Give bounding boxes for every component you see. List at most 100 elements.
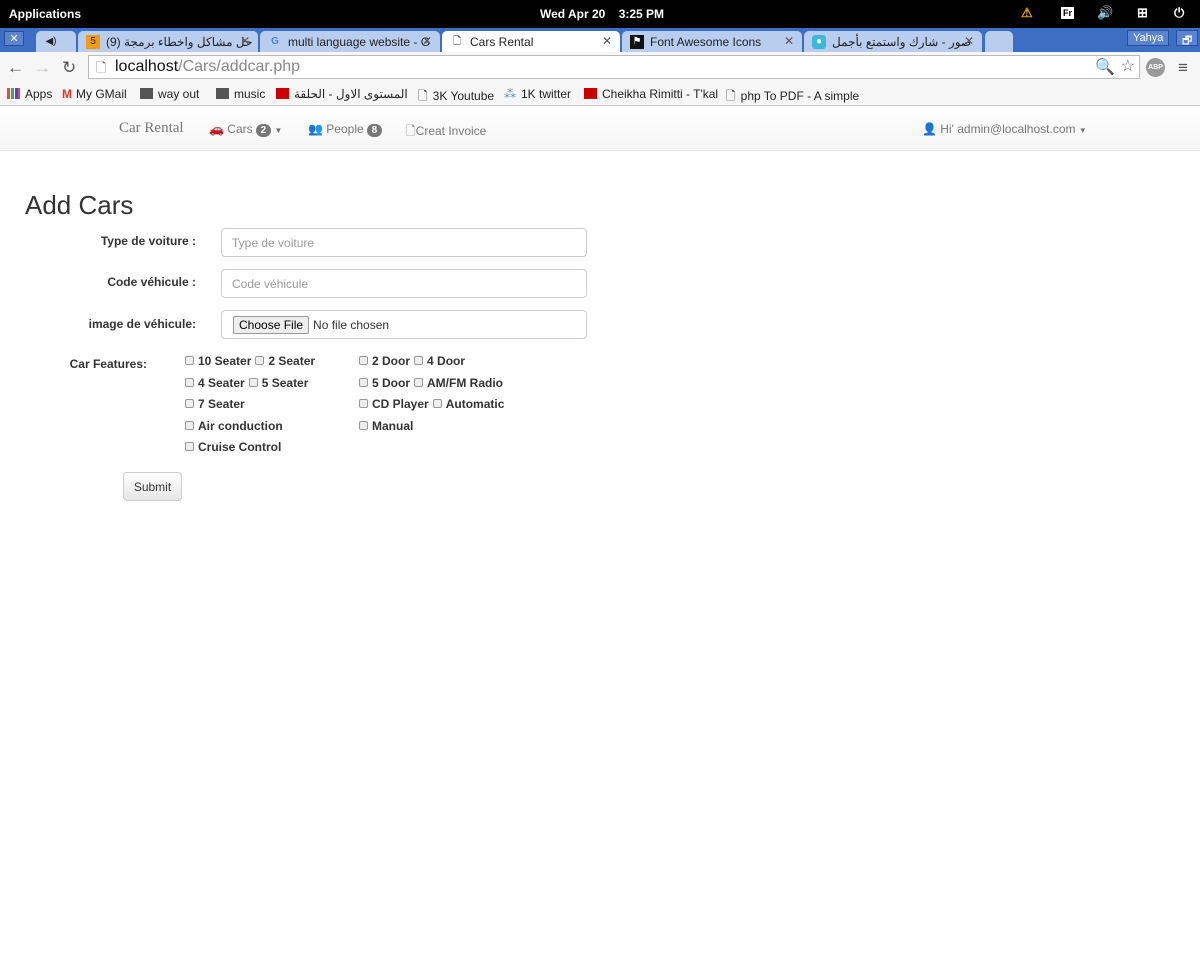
- code-label: Code véhicule :: [107, 275, 196, 289]
- profile-button[interactable]: Yahya: [1127, 30, 1170, 46]
- feature-label[interactable]: CD Player: [372, 397, 429, 411]
- new-tab-button[interactable]: [985, 31, 1013, 52]
- feature-label[interactable]: 10 Seater: [198, 354, 251, 368]
- feature-checkbox[interactable]: [185, 399, 194, 408]
- folder-icon: [216, 88, 229, 99]
- user-menu[interactable]: 👤 Hi' admin@localhost.com ▼: [922, 122, 1087, 136]
- nav-people[interactable]: 👥 People 8: [308, 122, 383, 137]
- feature-label[interactable]: 4 Seater: [198, 376, 245, 390]
- zoom-icon[interactable]: 🔍: [1095, 57, 1115, 77]
- file-icon: 🗋: [406, 124, 416, 138]
- feature-checkbox[interactable]: [185, 356, 194, 365]
- feature-checkbox[interactable]: [432, 399, 442, 408]
- bookmark-twitter[interactable]: ⁂ 1K twitter: [504, 87, 571, 101]
- restore-window-button[interactable]: 🗗: [1176, 30, 1199, 47]
- url-path: /Cars/addcar.php: [178, 58, 301, 75]
- close-tab-icon[interactable]: ✕: [964, 34, 974, 48]
- bookmark-cheikha[interactable]: Cheikha Rimitti - T'kal: [584, 87, 718, 101]
- bookmark-gmail[interactable]: M My GMail: [62, 87, 127, 101]
- nav-cars[interactable]: 🚗 Cars 2 ▼: [209, 122, 282, 137]
- submit-button[interactable]: Submit: [123, 472, 182, 501]
- image-file-input[interactable]: Choose File No file chosen: [221, 310, 587, 339]
- close-tab-icon[interactable]: ✕: [240, 34, 250, 48]
- bookmark-php-pdf[interactable]: 🗋 php To PDF - A simple: [726, 87, 859, 108]
- feature-label[interactable]: Cruise Control: [198, 440, 281, 454]
- network-icon[interactable]: ⊞: [1137, 5, 1148, 21]
- feature-checkbox[interactable]: [414, 377, 424, 387]
- bookmark-way-out[interactable]: way out: [140, 87, 199, 101]
- feature-label[interactable]: Automatic: [446, 397, 505, 411]
- keyboard-layout[interactable]: Fr: [1061, 7, 1074, 19]
- code-input[interactable]: Code véhicule: [221, 269, 587, 298]
- feature-checkbox[interactable]: [359, 377, 368, 387]
- date: Wed Apr 20: [540, 7, 606, 21]
- bookmark-label: way out: [158, 87, 200, 101]
- brand-link[interactable]: Car Rental: [119, 120, 184, 137]
- power-icon[interactable]: ⏻: [1174, 5, 1184, 21]
- bookmark-apps[interactable]: Apps: [7, 87, 52, 101]
- tab-cars-rental[interactable]: 🗋 Cars Rental ✕: [442, 31, 620, 52]
- youtube-icon: [584, 88, 597, 99]
- warning-icon[interactable]: ⚠: [1021, 5, 1033, 21]
- os-top-bar: Applications Wed Apr 20 3:25 PM ⚠ Fr 🔊 ⊞…: [0, 0, 1200, 28]
- star-icon[interactable]: ☆: [1121, 56, 1135, 76]
- tab-arabic-forum[interactable]: 5 (9) حل مشاكل واخطاء برمجة ✕: [78, 31, 258, 52]
- applications-menu[interactable]: Applications: [9, 7, 81, 21]
- feature-checkbox[interactable]: [414, 356, 424, 365]
- feature-checkbox[interactable]: [359, 399, 368, 408]
- feature-label[interactable]: Air conduction: [198, 419, 283, 433]
- apps-grid-icon: [7, 88, 20, 99]
- feature-label[interactable]: 7 Seater: [198, 397, 245, 411]
- type-input[interactable]: Type de voiture: [221, 228, 587, 257]
- tab-font-awesome[interactable]: ⚑ Font Awesome Icons ✕: [622, 31, 802, 52]
- close-tab-icon[interactable]: ✕: [422, 34, 432, 48]
- back-button[interactable]: ←: [7, 58, 24, 78]
- feature-label[interactable]: 4 Door: [427, 354, 465, 368]
- reload-button[interactable]: ↻: [62, 58, 76, 78]
- feature-label[interactable]: 5 Door: [372, 376, 410, 390]
- bookmark-music[interactable]: music: [216, 87, 265, 101]
- feature-checkbox[interactable]: [185, 442, 194, 451]
- bookmark-arabic-video[interactable]: المستوى الاول - الحلقة: [276, 87, 408, 101]
- close-tab-icon[interactable]: ✕: [602, 34, 612, 48]
- page-icon: 🗋: [96, 60, 107, 75]
- feature-label[interactable]: 2 Door: [372, 354, 410, 368]
- menu-icon[interactable]: ≡: [1178, 58, 1188, 78]
- feature-checkbox[interactable]: [359, 356, 368, 365]
- feature-label[interactable]: AM/FM Radio: [427, 376, 503, 390]
- feature-checkbox[interactable]: [185, 420, 194, 430]
- nav-label: Creat Invoice: [415, 124, 487, 138]
- forward-button[interactable]: →: [34, 58, 51, 78]
- feature-label[interactable]: Manual: [372, 419, 413, 433]
- nav-invoice[interactable]: 🗋Creat Invoice: [406, 122, 486, 143]
- bookmark-label: Apps: [25, 87, 53, 101]
- close-tab-icon[interactable]: ✕: [784, 34, 794, 48]
- tab-audio[interactable]: ◀): [36, 31, 76, 52]
- network-icon: ⁂: [504, 87, 516, 101]
- bookmark-youtube[interactable]: 🗋 3K Youtube: [418, 87, 494, 108]
- window-close-button[interactable]: ✕: [4, 31, 24, 46]
- tab-photos[interactable]: ● صور - شارك واستمتع بأجمل ✕: [804, 31, 982, 52]
- feature-checkbox[interactable]: [185, 377, 194, 387]
- page-icon: 🗋: [418, 89, 428, 103]
- adblock-icon[interactable]: ABP: [1146, 58, 1165, 77]
- feature-checkbox[interactable]: [248, 377, 258, 387]
- car-icon: 🚗: [209, 122, 224, 136]
- tab-google[interactable]: Gmulti language website - G ✕: [260, 31, 440, 52]
- volume-icon[interactable]: 🔊: [1097, 5, 1113, 21]
- feature-checkbox[interactable]: [255, 356, 265, 365]
- clock[interactable]: Wed Apr 20 3:25 PM: [540, 7, 664, 21]
- feature-label[interactable]: 2 Seater: [268, 354, 315, 368]
- choose-file-button[interactable]: Choose File: [233, 316, 310, 334]
- feature-checkbox[interactable]: [359, 420, 368, 430]
- app-icon: ●: [812, 35, 826, 49]
- site-navbar: Car Rental 🚗 Cars 2 ▼ 👥 People 8 🗋Creat In…: [0, 107, 1200, 151]
- feature-label[interactable]: 5 Seater: [262, 376, 309, 390]
- feature-row: CD Player Automatic: [358, 397, 507, 411]
- file-status: No file chosen: [313, 318, 390, 332]
- nav-label: Cars: [227, 122, 253, 136]
- gmail-icon: M: [62, 87, 72, 101]
- url-input[interactable]: 🗋 localhost/Cars/addcar.php 🔍 ☆: [88, 55, 1140, 79]
- address-bar-row: ← → ↻ 🗋 localhost/Cars/addcar.php 🔍 ☆ ABP …: [0, 52, 1200, 82]
- tab-strip: ✕ ◀) 5 (9) حل مشاكل واخطاء برمجة ✕ Gmulti …: [0, 28, 1200, 52]
